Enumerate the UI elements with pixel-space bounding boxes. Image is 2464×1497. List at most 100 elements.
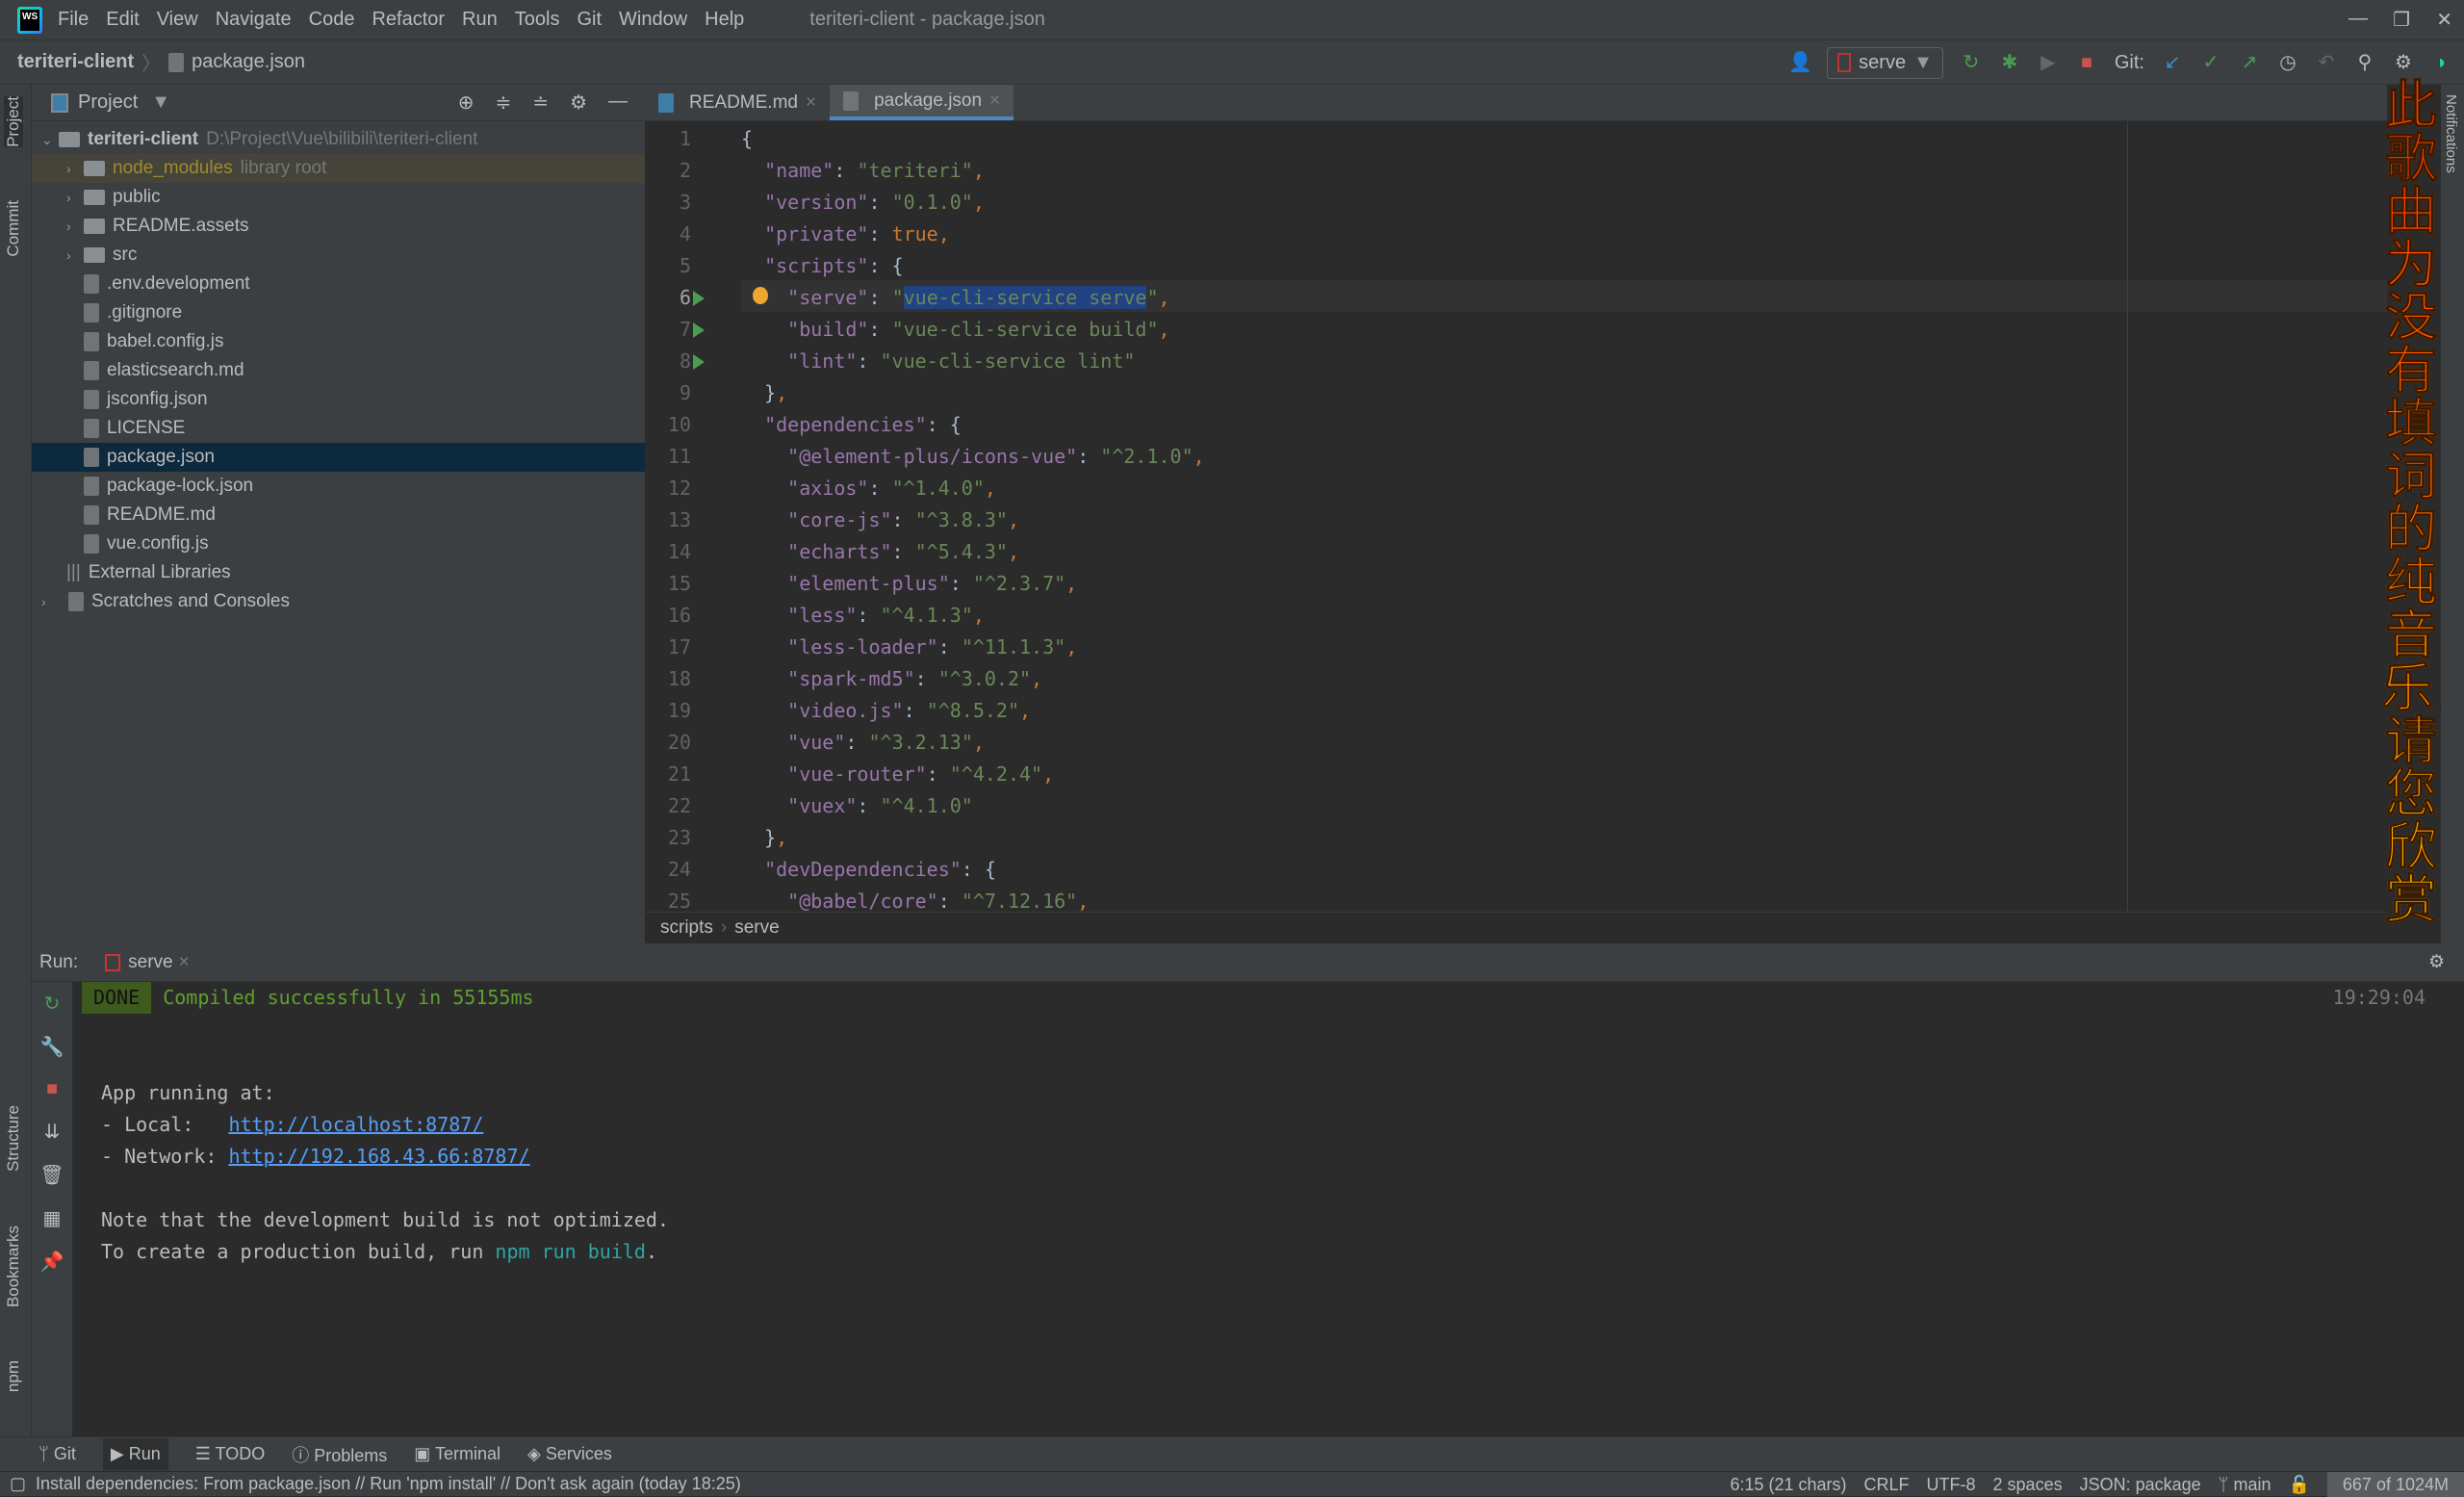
minimize-button[interactable]: — xyxy=(2348,8,2368,30)
tree-item[interactable]: LICENSE xyxy=(32,414,645,443)
menu-file[interactable]: File xyxy=(58,9,89,30)
menu-edit[interactable]: Edit xyxy=(106,9,139,30)
console-output[interactable]: DONE Compiled successfully in 55155ms 19… xyxy=(78,982,2464,1436)
menu-window[interactable]: Window xyxy=(619,9,687,30)
tool-notifications[interactable]: Notifications xyxy=(2443,94,2459,173)
search-icon[interactable]: ⚲ xyxy=(2354,52,2375,73)
rerun-icon[interactable]: ↻ xyxy=(44,992,61,1016)
scratches-label: Scratches and Consoles xyxy=(91,591,290,611)
rerun-icon[interactable]: ↻ xyxy=(1961,52,1982,73)
tree-external-libraries[interactable]: ||| External Libraries xyxy=(32,558,645,587)
tree-scratches[interactable]: › Scratches and Consoles xyxy=(32,587,645,616)
tree-item[interactable]: .env.development xyxy=(32,270,645,298)
encoding[interactable]: UTF-8 xyxy=(1927,1475,1976,1495)
close-icon[interactable]: × xyxy=(179,952,190,973)
tool-tab-run[interactable]: ▶ Run xyxy=(102,1438,168,1470)
caret-position[interactable]: 6:15 (21 chars) xyxy=(1730,1475,1846,1495)
gear-icon[interactable]: ⚙ xyxy=(570,90,587,115)
menu-help[interactable]: Help xyxy=(705,9,744,30)
tree-item[interactable]: elasticsearch.md xyxy=(32,356,645,385)
tool-tab-terminal[interactable]: ▣ Terminal xyxy=(414,1444,500,1464)
debug-icon[interactable]: ✱ xyxy=(1999,52,2020,73)
memory-indicator[interactable]: 667 of 1024M xyxy=(2326,1472,2464,1497)
collapse-all-icon[interactable]: ≐ xyxy=(532,90,549,115)
tree-item[interactable]: package.json xyxy=(32,443,645,472)
tab-package-json[interactable]: package.json × xyxy=(830,85,1014,120)
tree-item[interactable]: › README.assets xyxy=(32,212,645,241)
expand-all-icon[interactable]: ≑ xyxy=(496,90,512,115)
history-icon[interactable]: ◷ xyxy=(2277,52,2298,73)
close-icon[interactable]: × xyxy=(989,90,1000,112)
breadcrumb-project[interactable]: teriteri-client xyxy=(17,51,134,73)
tree-item[interactable]: jsconfig.json xyxy=(32,385,645,414)
tree-item[interactable]: .gitignore xyxy=(32,298,645,327)
run-script-icon[interactable] xyxy=(693,323,705,338)
tab-readme[interactable]: README.md × xyxy=(645,85,830,120)
tool-bookmarks[interactable]: Bookmarks xyxy=(4,1226,23,1307)
tree-item[interactable]: › src xyxy=(32,241,645,270)
project-title[interactable]: Project xyxy=(78,91,138,114)
git-commit-icon[interactable]: ✓ xyxy=(2200,52,2221,73)
menu-navigate[interactable]: Navigate xyxy=(216,9,292,30)
wrench-icon[interactable]: 🔧 xyxy=(40,1035,64,1059)
lock-icon[interactable]: 🔓 xyxy=(2288,1475,2309,1495)
tool-commit[interactable]: Commit xyxy=(4,200,23,257)
menu-code[interactable]: Code xyxy=(309,9,355,30)
crumb-scripts[interactable]: scripts xyxy=(660,917,713,939)
line-separator[interactable]: CRLF xyxy=(1864,1475,1910,1495)
network-url-link[interactable]: http://192.168.43.66:8787/ xyxy=(228,1145,529,1168)
code-area[interactable]: 1 {2 "name": "teriteri", 3 "version": "0.1… xyxy=(645,121,2387,913)
menu-run[interactable]: Run xyxy=(462,9,498,30)
tool-npm[interactable]: npm xyxy=(4,1360,23,1392)
tree-root[interactable]: ⌄ teriteri-client D:\Project\Vue\bilibil… xyxy=(32,125,645,154)
rollback-icon[interactable]: ↶ xyxy=(2316,52,2337,73)
hide-icon[interactable]: — xyxy=(608,90,628,115)
tree-item[interactable]: › public xyxy=(32,183,645,212)
run-tab-serve[interactable]: serve xyxy=(128,952,172,973)
local-url-link[interactable]: http://localhost:8787/ xyxy=(228,1113,483,1136)
tool-tab-git[interactable]: ᛘ Git xyxy=(38,1444,76,1464)
close-icon[interactable]: × xyxy=(806,92,816,114)
tree-item[interactable]: › node_modules library root xyxy=(32,154,645,183)
lightbulb-icon[interactable] xyxy=(753,287,768,304)
locate-icon[interactable]: ⊕ xyxy=(458,90,475,115)
tree-item[interactable]: README.md xyxy=(32,501,645,529)
coverage-icon[interactable]: ▶ xyxy=(2038,52,2059,73)
crumb-serve[interactable]: serve xyxy=(734,917,779,939)
tool-tab-services[interactable]: ◈ Services xyxy=(527,1444,612,1464)
json-schema[interactable]: JSON: package xyxy=(2080,1475,2201,1495)
run-script-icon[interactable] xyxy=(693,291,705,306)
tool-project[interactable]: Project xyxy=(4,96,23,147)
user-icon[interactable]: 👤 xyxy=(1788,52,1812,73)
run-config-select[interactable]: serve ▼ xyxy=(1827,46,1943,79)
trash-icon[interactable]: 🗑 xyxy=(39,1163,64,1187)
toolbox-icon[interactable]: ◗ xyxy=(2431,52,2452,73)
pin-icon[interactable]: 📌 xyxy=(40,1250,64,1274)
indent[interactable]: 2 spaces xyxy=(1993,1475,2063,1495)
stop-icon[interactable]: ■ xyxy=(46,1078,58,1100)
tool-tab-todo[interactable]: ☰ TODO xyxy=(195,1444,266,1464)
close-button[interactable]: ✕ xyxy=(2436,8,2452,32)
tree-item[interactable]: vue.config.js xyxy=(32,529,645,558)
git-push-icon[interactable]: ↗ xyxy=(2239,52,2260,73)
status-message[interactable]: Install dependencies: From package.json … xyxy=(36,1474,741,1494)
tree-item[interactable]: package-lock.json xyxy=(32,472,645,501)
run-script-icon[interactable] xyxy=(693,354,705,370)
stop-icon[interactable]: ■ xyxy=(2076,52,2097,73)
tool-structure[interactable]: Structure xyxy=(4,1105,23,1172)
menu-view[interactable]: View xyxy=(157,9,198,30)
menu-tools[interactable]: Tools xyxy=(515,9,560,30)
git-update-icon[interactable]: ↙ xyxy=(2162,52,2183,73)
layout-icon[interactable]: ▦ xyxy=(43,1206,62,1230)
chevron-down-icon[interactable]: ▼ xyxy=(151,91,170,114)
gear-icon[interactable]: ⚙ xyxy=(2393,52,2414,73)
git-branch[interactable]: main xyxy=(2233,1475,2271,1494)
menu-git[interactable]: Git xyxy=(577,9,602,30)
tree-item[interactable]: babel.config.js xyxy=(32,327,645,356)
breadcrumb-file[interactable]: package.json xyxy=(192,51,305,73)
gear-icon[interactable]: ⚙ xyxy=(2428,951,2445,973)
tool-tab-problems[interactable]: ⓘ Problems xyxy=(292,1442,387,1467)
scroll-end-icon[interactable]: ⇊ xyxy=(44,1120,61,1144)
restore-button[interactable]: ❐ xyxy=(2393,8,2410,32)
menu-refactor[interactable]: Refactor xyxy=(372,9,445,30)
